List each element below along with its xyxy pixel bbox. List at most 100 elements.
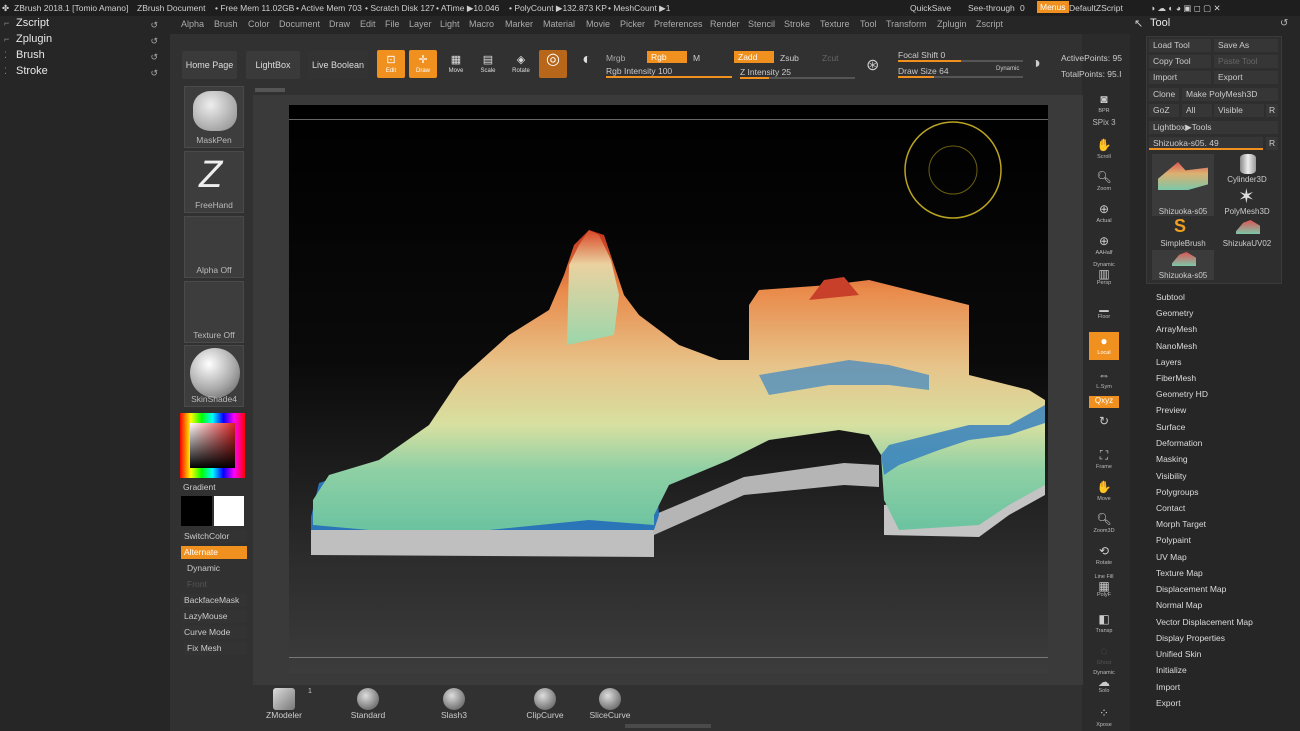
menu-alpha[interactable]: Alpha bbox=[181, 19, 204, 29]
menu-render[interactable]: Render bbox=[710, 19, 740, 29]
tool-thumb-cylinder[interactable]: Cylinder3D bbox=[1216, 154, 1278, 184]
zsub-toggle[interactable]: Zsub bbox=[780, 53, 799, 63]
menu-light[interactable]: Light bbox=[440, 19, 460, 29]
rgb-toggle[interactable]: Rgb bbox=[647, 51, 687, 63]
tool-thumb-shizuoka[interactable]: Shizuoka-s05 bbox=[1152, 154, 1214, 216]
brush-standard[interactable]: Standard bbox=[340, 686, 396, 726]
freehand-stroke[interactable]: Z FreeHand bbox=[184, 151, 244, 213]
scroll-button[interactable]: ✋ Scroll bbox=[1089, 136, 1119, 164]
subpalette-displacement-map[interactable]: Displacement Map bbox=[1156, 584, 1226, 594]
move-button[interactable]: ▦ Move bbox=[442, 50, 470, 78]
rotate-button[interactable]: ◈ Rotate bbox=[507, 50, 535, 78]
menu-document[interactable]: Document bbox=[279, 19, 320, 29]
spix-slider[interactable]: SPix 3 bbox=[1089, 118, 1119, 132]
make-polymesh-button[interactable]: Make PolyMesh3D bbox=[1182, 88, 1278, 101]
subpalette-texture-map[interactable]: Texture Map bbox=[1156, 568, 1203, 578]
subpalette-preview[interactable]: Preview bbox=[1156, 405, 1186, 415]
bpr-button[interactable]: ◙ BPR bbox=[1089, 90, 1119, 118]
save-as-button[interactable]: Save As bbox=[1214, 39, 1278, 52]
brush-clipcurve[interactable]: ClipCurve bbox=[517, 686, 573, 726]
texture-swatch[interactable]: ◐ bbox=[573, 50, 601, 78]
menu-texture[interactable]: Texture bbox=[820, 19, 850, 29]
subpalette-surface[interactable]: Surface bbox=[1156, 422, 1185, 432]
scroll-handle[interactable] bbox=[255, 88, 285, 92]
subpalette-layers[interactable]: Layers bbox=[1156, 357, 1182, 367]
palette-zplugin[interactable]: ⌐ Zplugin bbox=[4, 33, 52, 45]
brush-slicecurve[interactable]: SliceCurve bbox=[582, 686, 638, 726]
default-zscript-button[interactable]: DefaultZScript bbox=[1069, 3, 1123, 13]
zoom-button[interactable]: 🔍︎ Zoom bbox=[1089, 168, 1119, 196]
dynamic-toggle[interactable]: Dynamic bbox=[996, 66, 1019, 72]
pin-icon[interactable]: ↺ bbox=[150, 20, 158, 31]
secondary-color[interactable] bbox=[181, 496, 212, 526]
tool-thumb-polymesh[interactable]: ✶ PolyMesh3D bbox=[1216, 186, 1278, 216]
main-color[interactable] bbox=[214, 496, 244, 526]
curve-mode-toggle[interactable]: Curve Mode bbox=[181, 626, 247, 639]
menus-toggle[interactable]: Menus bbox=[1037, 1, 1069, 13]
xpose-button[interactable]: ⁘ Xpose bbox=[1089, 704, 1119, 731]
subpalette-initialize[interactable]: Initialize bbox=[1156, 665, 1187, 675]
menu-transform[interactable]: Transform bbox=[886, 19, 927, 29]
menu-brush[interactable]: Brush bbox=[214, 19, 238, 29]
switchcolor-button[interactable]: SwitchColor bbox=[181, 530, 247, 543]
ghost-button[interactable]: ◌ Ghost bbox=[1089, 642, 1119, 670]
terrain-model[interactable] bbox=[289, 105, 1048, 673]
lazymouse-toggle[interactable]: LazyMouse bbox=[181, 610, 247, 623]
menu-picker[interactable]: Picker bbox=[620, 19, 645, 29]
subpalette-visibility[interactable]: Visibility bbox=[1156, 471, 1187, 481]
material-swatch[interactable]: ◎ bbox=[539, 50, 567, 78]
maskpen-brush[interactable]: MaskPen bbox=[184, 86, 244, 148]
rotate-view-button[interactable]: ⟲ Rotate bbox=[1089, 542, 1119, 570]
edit-button[interactable]: ⊡ Edit bbox=[377, 50, 405, 78]
polyf-button[interactable]: Line Fill ▦ PolyF bbox=[1089, 574, 1119, 602]
menu-preferences[interactable]: Preferences bbox=[654, 19, 703, 29]
subpalette-normal-map[interactable]: Normal Map bbox=[1156, 600, 1202, 610]
paste-tool-button[interactable]: Paste Tool bbox=[1214, 55, 1278, 68]
subpalette-export[interactable]: Export bbox=[1156, 698, 1181, 708]
tool-thumb-shizuoka-2[interactable]: Shizuoka-s05 bbox=[1152, 250, 1214, 280]
subpalette-deformation[interactable]: Deformation bbox=[1156, 438, 1202, 448]
export-button[interactable]: Export bbox=[1214, 71, 1278, 84]
palette-brush[interactable]: ⁚ Brush bbox=[4, 49, 45, 61]
menu-movie[interactable]: Movie bbox=[586, 19, 610, 29]
pin-icon[interactable]: ↺ bbox=[150, 36, 158, 47]
menu-color[interactable]: Color bbox=[248, 19, 270, 29]
copy-tool-button[interactable]: Copy Tool bbox=[1149, 55, 1211, 68]
alpha-off[interactable]: Alpha Off bbox=[184, 216, 244, 278]
brush-slash3[interactable]: Slash3 bbox=[426, 686, 482, 726]
m-toggle[interactable]: M bbox=[693, 53, 700, 63]
menu-material[interactable]: Material bbox=[543, 19, 575, 29]
solo-button[interactable]: Dynamic ☁ Solo bbox=[1089, 670, 1119, 698]
menu-zscript[interactable]: Zscript bbox=[976, 19, 1003, 29]
menu-stencil[interactable]: Stencil bbox=[748, 19, 775, 29]
mrgb-toggle[interactable]: Mrgb bbox=[606, 53, 625, 63]
r-button[interactable]: R bbox=[1266, 104, 1278, 117]
subpalette-nanomesh[interactable]: NanoMesh bbox=[1156, 341, 1197, 351]
tool-thumb-shizukauv[interactable]: ShizukaUV02 bbox=[1216, 218, 1278, 248]
bottom-tray-handle[interactable] bbox=[625, 724, 711, 728]
menu-zplugin[interactable]: Zplugin bbox=[937, 19, 967, 29]
z-intensity-slider[interactable]: Z Intensity 25 bbox=[740, 67, 855, 79]
focal-shift-slider[interactable]: Focal Shift 0 bbox=[898, 50, 1023, 62]
import-button[interactable]: Import bbox=[1149, 71, 1211, 84]
subpalette-subtool[interactable]: Subtool bbox=[1156, 292, 1185, 302]
draw-button[interactable]: ✛ Draw bbox=[409, 50, 437, 78]
zadd-toggle[interactable]: Zadd bbox=[734, 51, 774, 63]
subpalette-fibermesh[interactable]: FiberMesh bbox=[1156, 373, 1196, 383]
subpalette-contact[interactable]: Contact bbox=[1156, 503, 1185, 513]
menu-macro[interactable]: Macro bbox=[469, 19, 494, 29]
color-square[interactable] bbox=[190, 423, 235, 468]
persp-button[interactable]: Dynamic ▥ Persp bbox=[1089, 262, 1119, 290]
menu-file[interactable]: File bbox=[385, 19, 400, 29]
menu-edit[interactable]: Edit bbox=[360, 19, 376, 29]
menu-layer[interactable]: Layer bbox=[409, 19, 432, 29]
palette-zscript[interactable]: ⌐ Zscript bbox=[4, 17, 49, 29]
subpalette-uv-map[interactable]: UV Map bbox=[1156, 552, 1187, 562]
pin-icon[interactable]: ↺ bbox=[1280, 18, 1288, 29]
subpalette-geometry-hd[interactable]: Geometry HD bbox=[1156, 389, 1208, 399]
dynamic-toggle-left[interactable]: Dynamic bbox=[181, 562, 247, 575]
menu-marker[interactable]: Marker bbox=[505, 19, 533, 29]
subpalette-unified-skin[interactable]: Unified Skin bbox=[1156, 649, 1201, 659]
menu-tool[interactable]: Tool bbox=[860, 19, 877, 29]
quicksave-button[interactable]: QuickSave bbox=[910, 3, 951, 13]
